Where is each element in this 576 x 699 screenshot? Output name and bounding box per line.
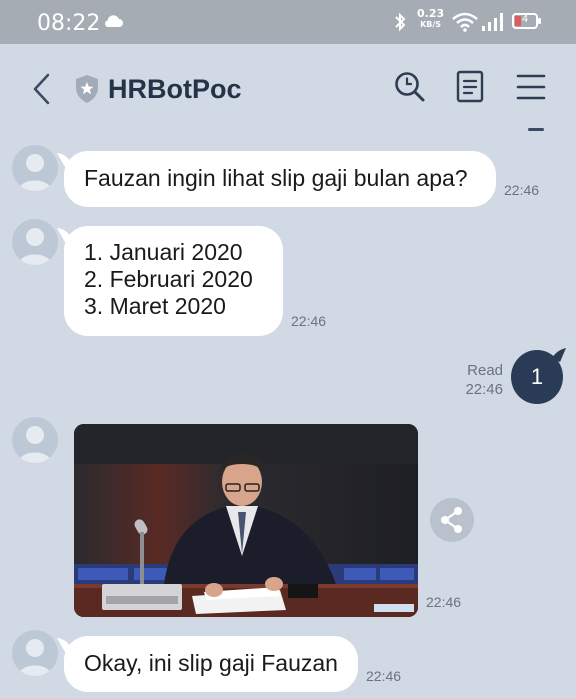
share-button[interactable] <box>430 498 474 542</box>
message-text: 1 <box>530 364 544 389</box>
image-message[interactable] <box>74 424 418 617</box>
cloud-icon <box>104 15 123 27</box>
message-timestamp: 22:46 <box>426 594 462 610</box>
message-bubble-received[interactable]: 1. Januari 2020 2. Februari 2020 3. Mare… <box>57 226 283 336</box>
user-icon <box>18 228 52 265</box>
message-line: 3. Maret 2020 <box>84 293 226 319</box>
message-timestamp: 22:46 <box>504 182 540 198</box>
search-icon[interactable] <box>393 70 427 104</box>
message-line: 2. Februari 2020 <box>84 266 253 292</box>
message-timestamp: 22:46 <box>291 313 327 329</box>
note-icon[interactable] <box>456 70 484 104</box>
wifi-icon <box>452 12 478 32</box>
read-label: Read <box>467 362 503 379</box>
network-speed-unit: KB/S <box>420 20 442 29</box>
battery-level: 4 <box>521 14 529 25</box>
message-timestamp: 22:46 <box>465 381 503 398</box>
message-bubble-received[interactable]: Okay, ini slip gaji Fauzan <box>57 636 358 692</box>
bubble-tail <box>57 228 73 242</box>
bubble-tail <box>57 638 73 652</box>
user-icon <box>18 639 52 676</box>
user-icon <box>18 426 52 463</box>
signal-icon <box>482 13 503 31</box>
message-text: Fauzan ingin lihat slip gaji bulan apa? <box>84 165 468 191</box>
message-bubble-received[interactable]: Fauzan ingin lihat slip gaji bulan apa? <box>57 151 496 207</box>
bot-avatar[interactable] <box>12 630 58 676</box>
network-speed-value: 0.23 <box>417 7 445 20</box>
bubble-tail <box>57 153 73 167</box>
status-bar: 08:22 0.23 KB/S 4 <box>0 0 576 44</box>
chat-header: HRBotPoc <box>0 44 576 134</box>
bluetooth-icon <box>395 12 406 32</box>
bubble-tail <box>552 348 566 362</box>
message-timestamp: 22:46 <box>366 668 402 684</box>
bot-avatar[interactable] <box>12 145 58 191</box>
user-icon <box>18 154 52 191</box>
read-receipt: Read 22:46 <box>465 361 503 399</box>
message-text: Okay, ini slip gaji Fauzan <box>84 650 338 676</box>
scroll-indicator <box>528 128 544 131</box>
network-speed: 0.23 KB/S <box>417 8 444 30</box>
battery-icon: 4 <box>512 13 541 29</box>
chat-title: HRBotPoc <box>108 74 242 104</box>
share-icon <box>441 507 462 533</box>
message-bubble-sent[interactable]: 1 <box>511 348 566 404</box>
back-icon[interactable] <box>30 72 52 106</box>
menu-icon[interactable] <box>515 70 547 104</box>
message-line: 1. Januari 2020 <box>84 239 243 265</box>
bot-avatar[interactable] <box>12 219 58 265</box>
status-time: 08:22 <box>37 11 101 36</box>
bot-avatar[interactable] <box>12 417 58 463</box>
shield-icon <box>76 75 98 103</box>
gif-image <box>74 424 418 617</box>
